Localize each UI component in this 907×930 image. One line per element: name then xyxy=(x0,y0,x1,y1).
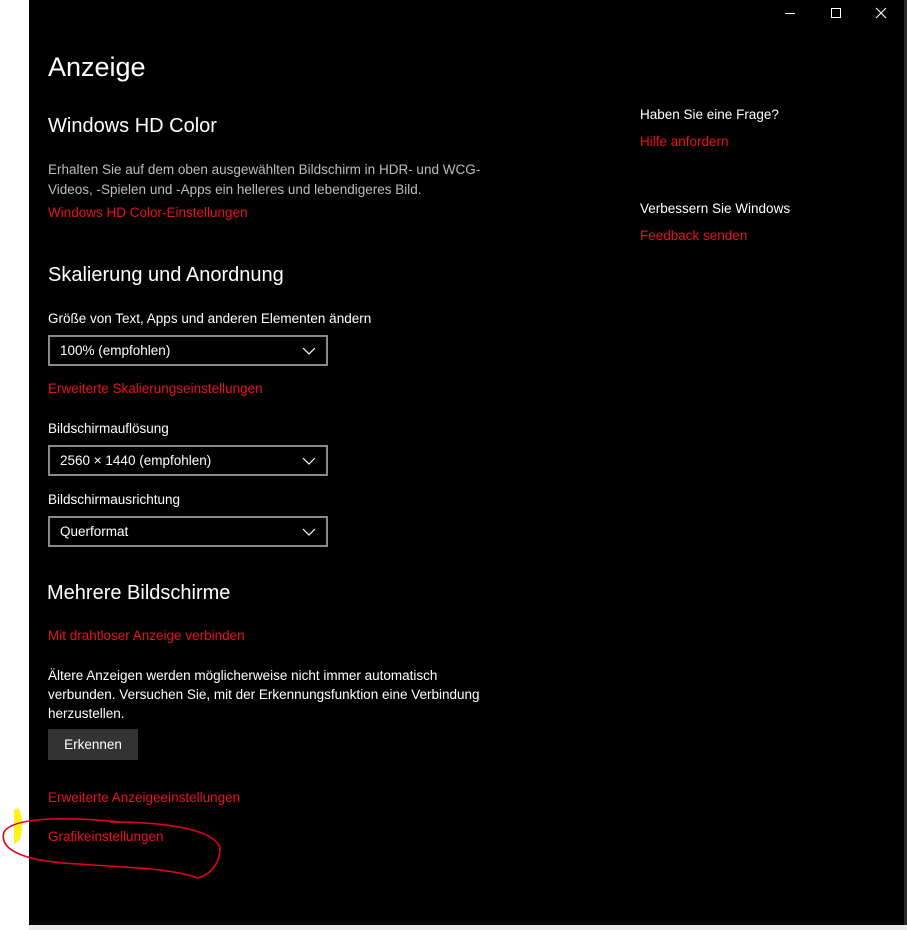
feedback-link[interactable]: Feedback senden xyxy=(640,228,747,243)
settings-window: Anzeige Windows HD Color Erhalten Sie au… xyxy=(29,0,904,925)
maximize-icon xyxy=(831,8,841,18)
orientation-dropdown-value: Querformat xyxy=(60,524,129,539)
detect-button[interactable]: Erkennen xyxy=(48,729,138,760)
maximize-button[interactable] xyxy=(813,0,859,26)
resolution-dropdown-value: 2560 × 1440 (empfohlen) xyxy=(60,453,212,468)
older-displays-text: Ältere Anzeigen werden möglicherweise ni… xyxy=(48,668,480,721)
hd-color-description: Erhalten Sie auf dem oben ausgewählten B… xyxy=(48,162,481,197)
orientation-label: Bildschirmausrichtung xyxy=(48,492,181,507)
minimize-button[interactable] xyxy=(767,0,813,26)
size-dropdown-value: 100% (empfohlen) xyxy=(60,343,171,358)
hd-color-title: Windows HD Color xyxy=(48,115,217,137)
advanced-scaling-link[interactable]: Erweiterte Skalierungseinstellungen xyxy=(48,381,263,396)
close-icon xyxy=(875,7,887,19)
chevron-down-icon xyxy=(302,457,316,465)
chevron-down-icon xyxy=(302,347,316,355)
hd-color-settings-link[interactable]: Windows HD Color-Einstellungen xyxy=(48,205,248,220)
close-button[interactable] xyxy=(858,0,904,26)
resolution-label: Bildschirmauflösung xyxy=(48,421,169,436)
advanced-display-link[interactable]: Erweiterte Anzeigeeinstellungen xyxy=(48,790,240,805)
size-dropdown[interactable]: 100% (empfohlen) xyxy=(48,335,328,366)
size-label: Größe von Text, Apps und anderen Element… xyxy=(48,311,372,326)
orientation-dropdown[interactable]: Querformat xyxy=(48,516,328,547)
help-link[interactable]: Hilfe anfordern xyxy=(640,134,729,149)
question-heading: Haben Sie eine Frage? xyxy=(640,107,779,122)
chevron-down-icon xyxy=(302,528,316,536)
minimize-icon xyxy=(785,12,795,14)
wireless-display-link[interactable]: Mit drahtloser Anzeige verbinden xyxy=(48,628,245,643)
taskbar-edge xyxy=(29,925,907,930)
resolution-dropdown[interactable]: 2560 × 1440 (empfohlen) xyxy=(48,445,328,476)
scale-section-title: Skalierung und Anordnung xyxy=(48,264,284,286)
annotation-highlight-mark xyxy=(14,808,23,844)
improve-heading: Verbessern Sie Windows xyxy=(640,201,791,216)
multi-display-title: Mehrere Bildschirme xyxy=(47,582,231,604)
graphics-settings-link[interactable]: Grafikeinstellungen xyxy=(48,829,164,844)
page-title: Anzeige xyxy=(48,52,146,82)
